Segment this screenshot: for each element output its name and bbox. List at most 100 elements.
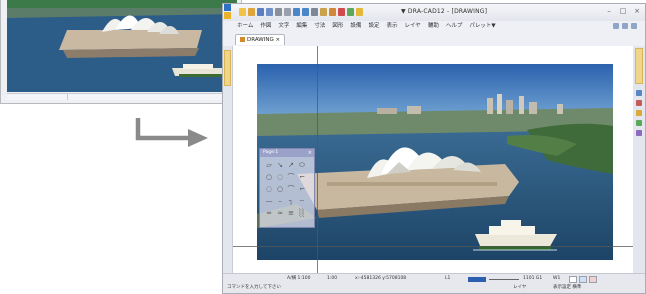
palette-arc-2-icon[interactable]: ⌒ <box>286 184 296 195</box>
layer-icon[interactable] <box>347 8 354 16</box>
palette-dash-icon[interactable]: — <box>264 196 274 207</box>
palette-title: Page:1 <box>260 149 314 157</box>
palette-arc-icon[interactable]: ⌒ <box>286 172 296 183</box>
menu-layer[interactable]: レイヤ <box>404 21 420 32</box>
right-tool-3-icon[interactable] <box>636 110 642 116</box>
save-as-icon[interactable] <box>266 8 273 16</box>
window-controls: – □ × <box>605 7 641 16</box>
palette-triple-line-icon[interactable]: ≡ <box>286 208 296 219</box>
restore-button[interactable]: □ <box>619 7 627 16</box>
menu-help[interactable]: ヘルプ <box>446 21 463 32</box>
redo-icon[interactable] <box>302 8 309 16</box>
minimize-button[interactable]: – <box>605 7 613 16</box>
status-color-swatch[interactable] <box>468 277 486 282</box>
status-display-settings[interactable]: 表示設定 横準 <box>553 284 581 292</box>
status-scale-2[interactable]: 1:00 <box>327 275 337 283</box>
right-panel-tab[interactable] <box>635 48 643 84</box>
ribbon-help-icon[interactable] <box>631 23 637 29</box>
new-file-icon[interactable] <box>239 8 246 16</box>
drawing-file-icon <box>240 37 245 42</box>
print-icon[interactable] <box>275 8 282 16</box>
help-icon[interactable] <box>356 8 363 16</box>
transition-arrow-icon <box>135 118 208 147</box>
status-row-2: コマンドを入力して下さい レイヤ 表示設定 横準 <box>223 284 645 292</box>
status-bar: A/横 1:100 1:00 x:-4581326 y:5708108 L1 1… <box>223 273 645 293</box>
title-bar: ▼ DRA-CAD12 - [DRAWING] – □ × <box>223 4 645 21</box>
color-icon[interactable] <box>338 8 345 16</box>
cut-icon[interactable] <box>311 8 318 16</box>
palette-hatch-icon[interactable]: ░ <box>297 208 307 219</box>
drawing-canvas[interactable]: Page:1 × ▱ ↘ ↗ ⬭ ○ ◌ ⌒ ⌐ ◌ ○ ⌒ ⌐ — – ┐ ┄… <box>233 46 633 276</box>
right-tool-4-icon[interactable] <box>636 120 642 126</box>
save-icon[interactable] <box>257 8 264 16</box>
menu-equipment[interactable]: 設備 <box>350 21 361 32</box>
palette-short-dash-icon[interactable]: – <box>275 196 285 207</box>
previous-window <box>0 0 242 104</box>
menu-draw[interactable]: 作図 <box>260 21 271 32</box>
print-preview-icon[interactable] <box>284 8 291 16</box>
right-side-panel <box>632 46 645 282</box>
ribbon-collapse-icon[interactable] <box>622 23 628 29</box>
ribbon-option-icon[interactable] <box>613 23 619 29</box>
palette-dotted-circle-icon[interactable]: ◌ <box>275 172 285 183</box>
right-tool-2-icon[interactable] <box>636 100 642 106</box>
palette-corner-icon[interactable]: ⌐ <box>297 172 307 183</box>
palette-double-line-icon[interactable]: ═ <box>264 208 274 219</box>
palette-corner-2-icon[interactable]: ⌐ <box>297 184 307 195</box>
status-row-1: A/横 1:100 1:00 x:-4581326 y:5708108 L1 1… <box>223 275 645 284</box>
palette-ellipse-icon[interactable]: ⬭ <box>297 160 307 171</box>
menu-assist[interactable]: 輔助 <box>428 21 439 32</box>
status-snap-toggle[interactable] <box>569 276 577 283</box>
document-tab-bar: DRAWING × <box>231 33 645 45</box>
right-tool-1-icon[interactable] <box>636 90 642 96</box>
menu-text[interactable]: 文字 <box>278 21 289 32</box>
previous-status-bar <box>7 93 235 100</box>
app-logo-icon[interactable] <box>222 3 237 24</box>
left-panel-tab[interactable] <box>224 50 231 86</box>
cursor-crosshair-horizontal <box>233 246 633 247</box>
palette-bracket-icon[interactable]: ┐ <box>286 196 296 207</box>
status-scale[interactable]: A/横 1:100 <box>287 275 311 283</box>
close-button[interactable]: × <box>633 7 641 16</box>
menu-bar: ホーム 作図 文字 編集 寸法 図形 設備 設定 表示 レイヤ 輔助 ヘルプ パ… <box>237 21 645 32</box>
menu-view[interactable]: 表示 <box>386 21 397 32</box>
copy-icon[interactable] <box>320 8 327 16</box>
palette-dotted-circle-2-icon[interactable]: ◌ <box>264 184 274 195</box>
menu-palette[interactable]: パレット▼ <box>469 21 495 32</box>
menu-home[interactable]: ホーム <box>237 21 253 32</box>
status-mode[interactable]: レイヤ <box>513 284 526 292</box>
cursor-crosshair-vertical <box>317 46 318 276</box>
paste-icon[interactable] <box>329 8 336 16</box>
tab-drawing-label: DRAWING × <box>247 37 281 43</box>
status-ortho-toggle[interactable] <box>589 276 597 283</box>
menu-figure[interactable]: 図形 <box>332 21 343 32</box>
palette-line-icon[interactable]: ↘ <box>275 160 285 171</box>
quick-access-toolbar <box>239 8 363 16</box>
status-value-1: 1101 G1 <box>523 276 543 281</box>
status-command-prompt: コマンドを入力して下さい <box>227 285 281 290</box>
menu-edit[interactable]: 編集 <box>296 21 307 32</box>
undo-icon[interactable] <box>293 8 300 16</box>
palette-close-button[interactable]: × <box>308 149 312 157</box>
palette-circle-icon[interactable]: ○ <box>264 172 274 183</box>
open-file-icon[interactable] <box>248 8 255 16</box>
palette-dotted-line-icon[interactable]: ┄ <box>297 196 307 207</box>
status-layer-number[interactable]: L1 <box>445 275 450 283</box>
status-coordinates: x:-4581326 y:5708108 <box>355 276 407 281</box>
palette-circle-2-icon[interactable]: ○ <box>275 184 285 195</box>
palette-rectangle-icon[interactable]: ▱ <box>264 160 274 171</box>
menu-dimension[interactable]: 寸法 <box>314 21 325 32</box>
floating-tool-palette[interactable]: Page:1 × ▱ ↘ ↗ ⬭ ○ ◌ ⌒ ⌐ ◌ ○ ⌒ ⌐ — – ┐ ┄… <box>259 148 315 228</box>
palette-wave-icon[interactable]: ≈ <box>275 208 285 219</box>
palette-polyline-icon[interactable]: ↗ <box>286 160 296 171</box>
window-title: ▼ DRA-CAD12 - [DRAWING] <box>401 8 488 15</box>
app-window: ▼ DRA-CAD12 - [DRAWING] – □ × ホーム 作図 文字 … <box>222 3 646 294</box>
left-side-panel <box>223 46 233 282</box>
previous-photo <box>7 0 237 92</box>
right-tool-5-icon[interactable] <box>636 130 642 136</box>
menu-settings[interactable]: 設定 <box>368 21 379 32</box>
palette-tool-grid: ▱ ↘ ↗ ⬭ ○ ◌ ⌒ ⌐ ◌ ○ ⌒ ⌐ — – ┐ ┄ ═ ≈ ≡ ░ <box>264 160 307 219</box>
tab-drawing[interactable]: DRAWING × <box>235 34 286 45</box>
status-linewidth-slider[interactable] <box>489 279 519 280</box>
status-grid-toggle[interactable] <box>579 276 587 283</box>
